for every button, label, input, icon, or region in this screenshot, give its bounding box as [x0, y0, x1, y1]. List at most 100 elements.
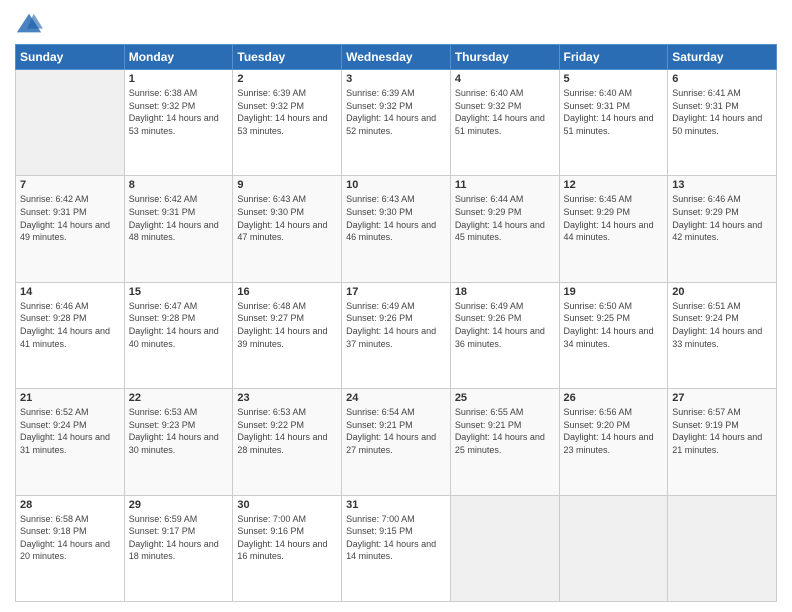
day-number: 24 — [346, 392, 446, 404]
day-info: Sunrise: 6:59 AM Sunset: 9:17 PM Dayligh… — [129, 513, 229, 563]
day-cell: 10Sunrise: 6:43 AM Sunset: 9:30 PM Dayli… — [342, 176, 451, 282]
day-info: Sunrise: 6:42 AM Sunset: 9:31 PM Dayligh… — [20, 193, 120, 243]
day-info: Sunrise: 6:44 AM Sunset: 9:29 PM Dayligh… — [455, 193, 555, 243]
day-number: 21 — [20, 392, 120, 404]
day-cell: 29 Sunrise: 6:59 AM Sunset: 9:17 PM Dayli… — [124, 495, 233, 601]
day-cell: 30Sunrise: 7:00 AM Sunset: 9:16 PM Dayli… — [233, 495, 342, 601]
day-info: Sunrise: 7:00 AM Sunset: 9:15 PM Dayligh… — [346, 513, 446, 563]
day-number: 2 — [237, 73, 337, 85]
header — [15, 10, 777, 38]
day-cell: 5Sunrise: 6:40 AM Sunset: 9:31 PM Daylig… — [559, 70, 668, 176]
day-info: Sunrise: 6:54 AM Sunset: 9:21 PM Dayligh… — [346, 406, 446, 456]
day-number: 14 — [20, 286, 120, 298]
day-cell: 17Sunrise: 6:49 AM Sunset: 9:26 PM Dayli… — [342, 282, 451, 388]
day-number: 19 — [564, 286, 664, 298]
day-cell: 1 Sunrise: 6:38 AM Sunset: 9:32 PM Daylig… — [124, 70, 233, 176]
day-info: Sunrise: 6:53 AM Sunset: 9:22 PM Dayligh… — [237, 406, 337, 456]
day-cell: 26 Sunrise: 6:56 AM Sunset: 9:20 PM Dayli… — [559, 389, 668, 495]
day-number: 22 — [129, 392, 229, 404]
day-number: 26 — [564, 392, 664, 404]
day-info: Sunrise: 6:38 AM Sunset: 9:32 PM Dayligh… — [129, 87, 229, 137]
header-day-monday: Monday — [124, 45, 233, 70]
day-number: 11 — [455, 179, 555, 191]
day-info: Sunrise: 6:45 AM Sunset: 9:29 PM Dayligh… — [564, 193, 664, 243]
day-cell — [559, 495, 668, 601]
day-number: 12 — [564, 179, 664, 191]
day-info: Sunrise: 6:48 AM Sunset: 9:27 PM Dayligh… — [237, 300, 337, 350]
header-day-sunday: Sunday — [16, 45, 125, 70]
day-cell: 18 Sunrise: 6:49 AM Sunset: 9:26 PM Dayli… — [450, 282, 559, 388]
day-number: 20 — [672, 286, 772, 298]
day-cell: 4 Sunrise: 6:40 AM Sunset: 9:32 PM Daylig… — [450, 70, 559, 176]
day-info: Sunrise: 6:52 AM Sunset: 9:24 PM Dayligh… — [20, 406, 120, 456]
day-cell: 22 Sunrise: 6:53 AM Sunset: 9:23 PM Dayli… — [124, 389, 233, 495]
day-cell: 24 Sunrise: 6:54 AM Sunset: 9:21 PM Dayli… — [342, 389, 451, 495]
day-cell: 23 Sunrise: 6:53 AM Sunset: 9:22 PM Dayli… — [233, 389, 342, 495]
day-number: 23 — [237, 392, 337, 404]
day-cell: 31 Sunrise: 7:00 AM Sunset: 9:15 PM Dayli… — [342, 495, 451, 601]
day-info: Sunrise: 6:49 AM Sunset: 9:26 PM Dayligh… — [346, 300, 446, 350]
day-cell: 6Sunrise: 6:41 AM Sunset: 9:31 PM Daylig… — [668, 70, 777, 176]
day-cell: 11 Sunrise: 6:44 AM Sunset: 9:29 PM Dayli… — [450, 176, 559, 282]
day-info: Sunrise: 6:57 AM Sunset: 9:19 PM Dayligh… — [672, 406, 772, 456]
day-info: Sunrise: 6:49 AM Sunset: 9:26 PM Dayligh… — [455, 300, 555, 350]
day-cell: 9Sunrise: 6:43 AM Sunset: 9:30 PM Daylig… — [233, 176, 342, 282]
day-cell: 2 Sunrise: 6:39 AM Sunset: 9:32 PM Daylig… — [233, 70, 342, 176]
day-info: Sunrise: 6:55 AM Sunset: 9:21 PM Dayligh… — [455, 406, 555, 456]
day-number: 15 — [129, 286, 229, 298]
week-row-1: 1 Sunrise: 6:38 AM Sunset: 9:32 PM Daylig… — [16, 70, 777, 176]
day-info: Sunrise: 6:47 AM Sunset: 9:28 PM Dayligh… — [129, 300, 229, 350]
week-row-2: 7 Sunrise: 6:42 AM Sunset: 9:31 PM Daylig… — [16, 176, 777, 282]
day-info: Sunrise: 6:51 AM Sunset: 9:24 PM Dayligh… — [672, 300, 772, 350]
day-info: Sunrise: 7:00 AM Sunset: 9:16 PM Dayligh… — [237, 513, 337, 563]
logo — [15, 10, 47, 38]
day-info: Sunrise: 6:46 AM Sunset: 9:29 PM Dayligh… — [672, 193, 772, 243]
day-number: 3 — [346, 73, 446, 85]
day-cell: 7 Sunrise: 6:42 AM Sunset: 9:31 PM Daylig… — [16, 176, 125, 282]
day-cell: 3Sunrise: 6:39 AM Sunset: 9:32 PM Daylig… — [342, 70, 451, 176]
day-number: 5 — [564, 73, 664, 85]
day-info: Sunrise: 6:46 AM Sunset: 9:28 PM Dayligh… — [20, 300, 120, 350]
day-number: 6 — [672, 73, 772, 85]
day-number: 4 — [455, 73, 555, 85]
day-number: 18 — [455, 286, 555, 298]
calendar-table: SundayMondayTuesdayWednesdayThursdayFrid… — [15, 44, 777, 602]
day-info: Sunrise: 6:40 AM Sunset: 9:32 PM Dayligh… — [455, 87, 555, 137]
day-cell: 8 Sunrise: 6:42 AM Sunset: 9:31 PM Daylig… — [124, 176, 233, 282]
day-number: 29 — [129, 499, 229, 511]
day-number: 28 — [20, 499, 120, 511]
day-cell: 27Sunrise: 6:57 AM Sunset: 9:19 PM Dayli… — [668, 389, 777, 495]
header-day-tuesday: Tuesday — [233, 45, 342, 70]
day-cell: 14 Sunrise: 6:46 AM Sunset: 9:28 PM Dayli… — [16, 282, 125, 388]
day-cell: 16 Sunrise: 6:48 AM Sunset: 9:27 PM Dayli… — [233, 282, 342, 388]
day-info: Sunrise: 6:56 AM Sunset: 9:20 PM Dayligh… — [564, 406, 664, 456]
day-cell: 20 Sunrise: 6:51 AM Sunset: 9:24 PM Dayli… — [668, 282, 777, 388]
day-cell: 12 Sunrise: 6:45 AM Sunset: 9:29 PM Dayli… — [559, 176, 668, 282]
day-number: 13 — [672, 179, 772, 191]
day-cell — [450, 495, 559, 601]
day-info: Sunrise: 6:39 AM Sunset: 9:32 PM Dayligh… — [237, 87, 337, 137]
day-cell — [16, 70, 125, 176]
header-day-friday: Friday — [559, 45, 668, 70]
day-cell — [668, 495, 777, 601]
day-number: 10 — [346, 179, 446, 191]
day-number: 9 — [237, 179, 337, 191]
day-info: Sunrise: 6:42 AM Sunset: 9:31 PM Dayligh… — [129, 193, 229, 243]
day-number: 31 — [346, 499, 446, 511]
day-cell: 28 Sunrise: 6:58 AM Sunset: 9:18 PM Dayli… — [16, 495, 125, 601]
week-row-4: 21 Sunrise: 6:52 AM Sunset: 9:24 PM Dayli… — [16, 389, 777, 495]
logo-icon — [15, 10, 43, 38]
week-row-3: 14 Sunrise: 6:46 AM Sunset: 9:28 PM Dayli… — [16, 282, 777, 388]
calendar-page: SundayMondayTuesdayWednesdayThursdayFrid… — [0, 0, 792, 612]
header-day-saturday: Saturday — [668, 45, 777, 70]
day-cell: 25Sunrise: 6:55 AM Sunset: 9:21 PM Dayli… — [450, 389, 559, 495]
day-info: Sunrise: 6:50 AM Sunset: 9:25 PM Dayligh… — [564, 300, 664, 350]
day-number: 7 — [20, 179, 120, 191]
day-number: 8 — [129, 179, 229, 191]
day-info: Sunrise: 6:58 AM Sunset: 9:18 PM Dayligh… — [20, 513, 120, 563]
day-cell: 13 Sunrise: 6:46 AM Sunset: 9:29 PM Dayli… — [668, 176, 777, 282]
day-info: Sunrise: 6:53 AM Sunset: 9:23 PM Dayligh… — [129, 406, 229, 456]
header-day-wednesday: Wednesday — [342, 45, 451, 70]
day-number: 1 — [129, 73, 229, 85]
day-number: 16 — [237, 286, 337, 298]
